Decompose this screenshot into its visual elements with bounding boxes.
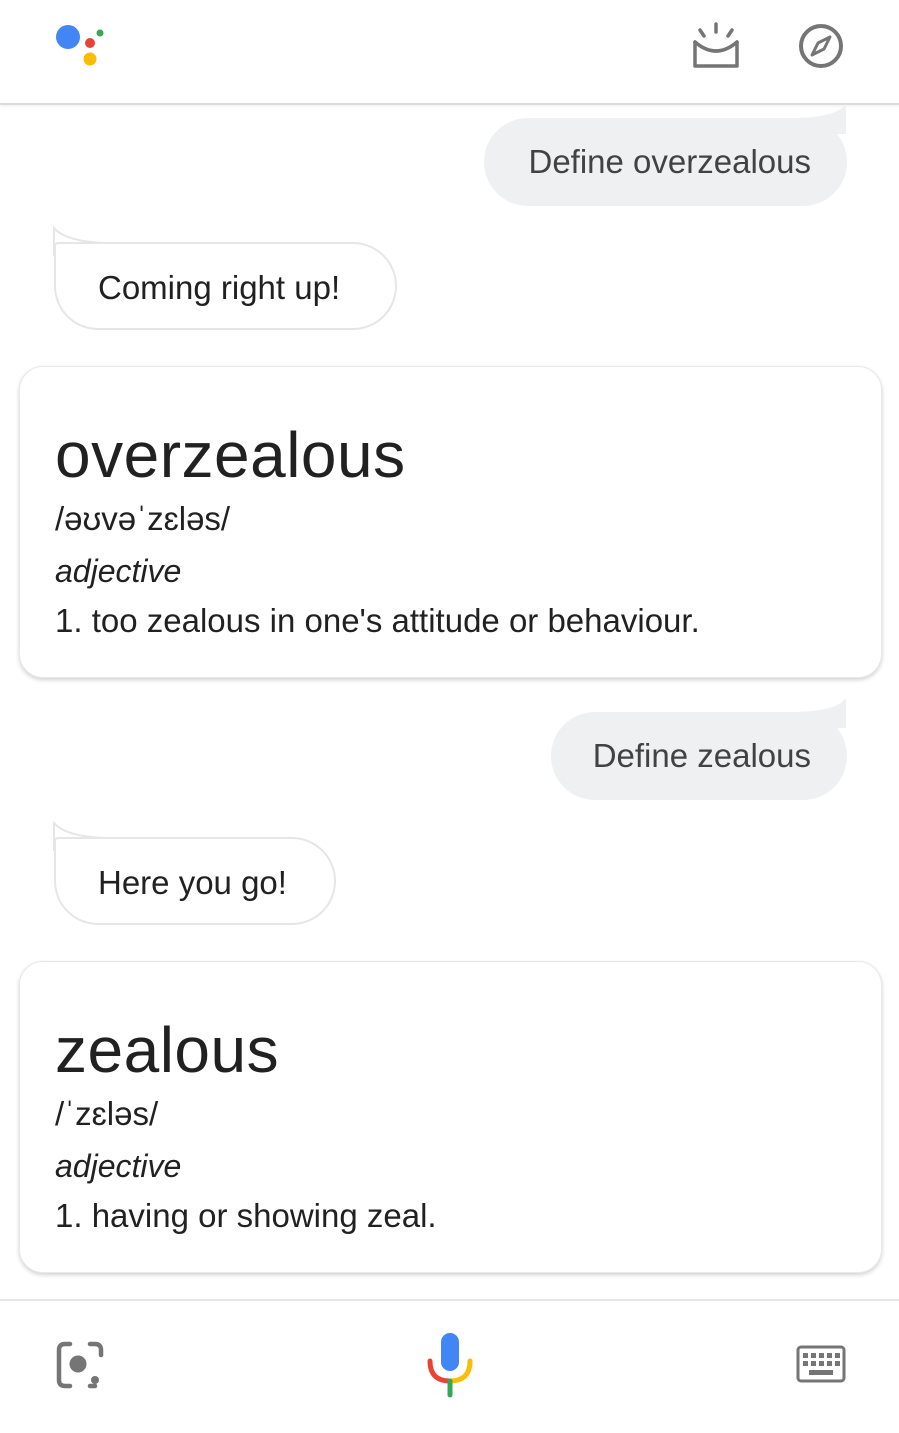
definition-card[interactable]: zealous /ˈzɛləs/ adjective 1. having or … [19, 961, 882, 1273]
definition-card[interactable]: overzealous /əʊvəˈzɛləs/ adjective 1. to… [19, 366, 882, 678]
part-of-speech: adjective [55, 553, 182, 589]
assistant-reply-bubble: Here you go! [54, 837, 336, 925]
snapshot-icon[interactable] [690, 20, 742, 72]
google-assistant-logo-icon [56, 25, 104, 66]
definition-text: 1. too zealous in one's attitude or beha… [55, 602, 700, 639]
definition-word: zealous [55, 1014, 280, 1086]
bottom-bar [0, 1299, 899, 1433]
google-lens-icon[interactable] [54, 1339, 106, 1391]
user-query-bubble[interactable]: Define overzealous [484, 118, 847, 206]
pronunciation: /ˈzɛləs/ [55, 1095, 159, 1132]
assistant-reply-bubble: Coming right up! [54, 242, 397, 330]
definition-word: overzealous [55, 419, 406, 491]
keyboard-icon[interactable] [796, 1345, 846, 1383]
microphone-icon[interactable] [424, 1331, 476, 1399]
pronunciation: /əʊvəˈzɛləs/ [55, 500, 231, 537]
explore-compass-icon[interactable] [795, 20, 847, 72]
user-query-bubble[interactable]: Define zealous [551, 712, 847, 800]
top-bar [0, 0, 899, 105]
assistant-app: Define overzealous Coming right up! over… [0, 0, 899, 1433]
definition-text: 1. having or showing zeal. [55, 1197, 437, 1234]
part-of-speech: adjective [55, 1148, 182, 1184]
